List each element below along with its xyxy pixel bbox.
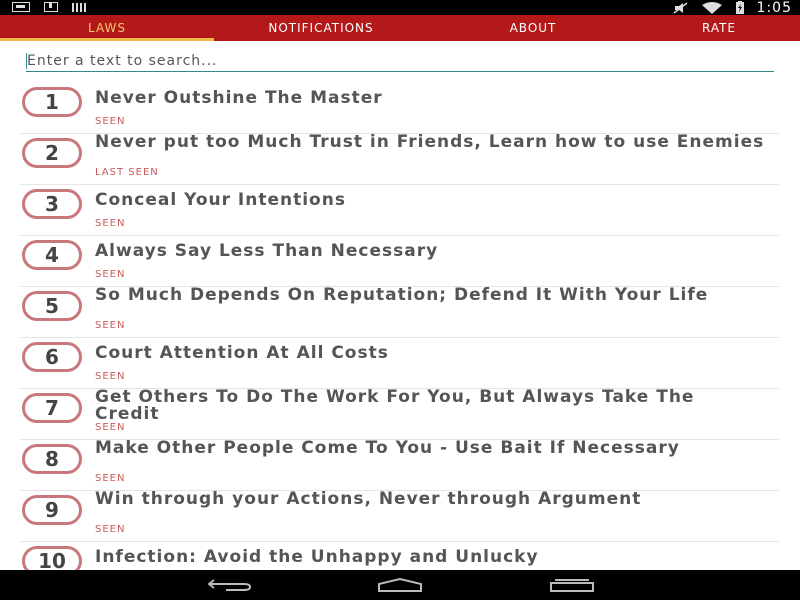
law-title: Get Others To Do The Work For You, But A… bbox=[95, 387, 695, 424]
photo-icon bbox=[12, 2, 30, 12]
tab-about[interactable]: ABOUT bbox=[428, 15, 638, 41]
seen-status: SEEN bbox=[95, 524, 126, 535]
list-item[interactable]: 1 Never Outshine The Master SEEN bbox=[20, 83, 779, 134]
download-icon bbox=[44, 2, 58, 12]
home-icon[interactable] bbox=[376, 576, 424, 594]
law-title: Never put too Much Trust in Friends, Lea… bbox=[95, 132, 765, 152]
list-item[interactable]: 8 Make Other People Come To You - Use Ba… bbox=[20, 440, 779, 491]
law-title: Court Attention At All Costs bbox=[95, 343, 389, 363]
law-number-badge: 1 bbox=[22, 87, 82, 117]
seen-status: SEEN bbox=[95, 473, 126, 484]
wifi-icon bbox=[701, 1, 722, 14]
laws-list[interactable]: 1 Never Outshine The Master SEEN 2 Never… bbox=[0, 83, 800, 570]
recents-icon[interactable] bbox=[548, 576, 596, 594]
mute-icon bbox=[673, 1, 688, 14]
list-item[interactable]: 2 Never put too Much Trust in Friends, L… bbox=[20, 134, 779, 185]
status-bar: 1:05 bbox=[0, 0, 800, 16]
list-item[interactable]: 9 Win through your Actions, Never throug… bbox=[20, 491, 779, 542]
law-title: Make Other People Come To You - Use Bait… bbox=[95, 438, 680, 458]
seen-status: SEEN bbox=[95, 116, 126, 127]
list-item[interactable]: 3 Conceal Your Intentions SEEN bbox=[20, 185, 779, 236]
list-item[interactable]: 6 Court Attention At All Costs SEEN bbox=[20, 338, 779, 389]
seen-status: SEEN bbox=[95, 371, 126, 382]
tab-rate[interactable]: RATE bbox=[638, 15, 800, 41]
navigation-bar bbox=[0, 570, 800, 600]
law-number-badge: 10 bbox=[22, 546, 82, 570]
law-title: Win through your Actions, Never through … bbox=[95, 489, 642, 509]
law-number-badge: 4 bbox=[22, 240, 82, 270]
tab-bar: LAWS NOTIFICATIONS ABOUT RATE bbox=[0, 15, 800, 41]
law-number-badge: 3 bbox=[22, 189, 82, 219]
list-item[interactable]: 4 Always Say Less Than Necessary SEEN bbox=[20, 236, 779, 287]
seen-status: LAST SEEN bbox=[95, 167, 159, 178]
law-title: Always Say Less Than Necessary bbox=[95, 241, 439, 261]
tab-notifications[interactable]: NOTIFICATIONS bbox=[214, 15, 428, 41]
seen-status: SEEN bbox=[95, 269, 126, 280]
seen-status: SEEN bbox=[95, 422, 126, 433]
law-title: So Much Depends On Reputation; Defend It… bbox=[95, 285, 709, 305]
law-title: Infection: Avoid the Unhappy and Unlucky bbox=[95, 547, 539, 567]
law-title: Never Outshine The Master bbox=[95, 88, 383, 108]
law-number-badge: 9 bbox=[22, 495, 82, 525]
text-cursor bbox=[26, 53, 27, 69]
signal-bars-icon bbox=[72, 2, 86, 12]
law-number-badge: 5 bbox=[22, 291, 82, 321]
list-item[interactable]: 5 So Much Depends On Reputation; Defend … bbox=[20, 287, 779, 338]
tab-laws[interactable]: LAWS bbox=[0, 15, 214, 41]
list-item[interactable]: 10 Infection: Avoid the Unhappy and Unlu… bbox=[20, 542, 779, 570]
law-number-badge: 8 bbox=[22, 444, 82, 474]
battery-icon bbox=[735, 1, 744, 14]
law-title: Conceal Your Intentions bbox=[95, 190, 346, 210]
search-input[interactable] bbox=[26, 51, 774, 72]
seen-status: SEEN bbox=[95, 320, 126, 331]
law-number-badge: 7 bbox=[22, 393, 82, 423]
law-number-badge: 2 bbox=[22, 138, 82, 168]
seen-status: SEEN bbox=[95, 218, 126, 229]
law-number-badge: 6 bbox=[22, 342, 82, 372]
back-icon[interactable] bbox=[205, 576, 253, 594]
list-item[interactable]: 7 Get Others To Do The Work For You, But… bbox=[20, 389, 779, 440]
clock-time: 1:05 bbox=[756, 0, 792, 16]
